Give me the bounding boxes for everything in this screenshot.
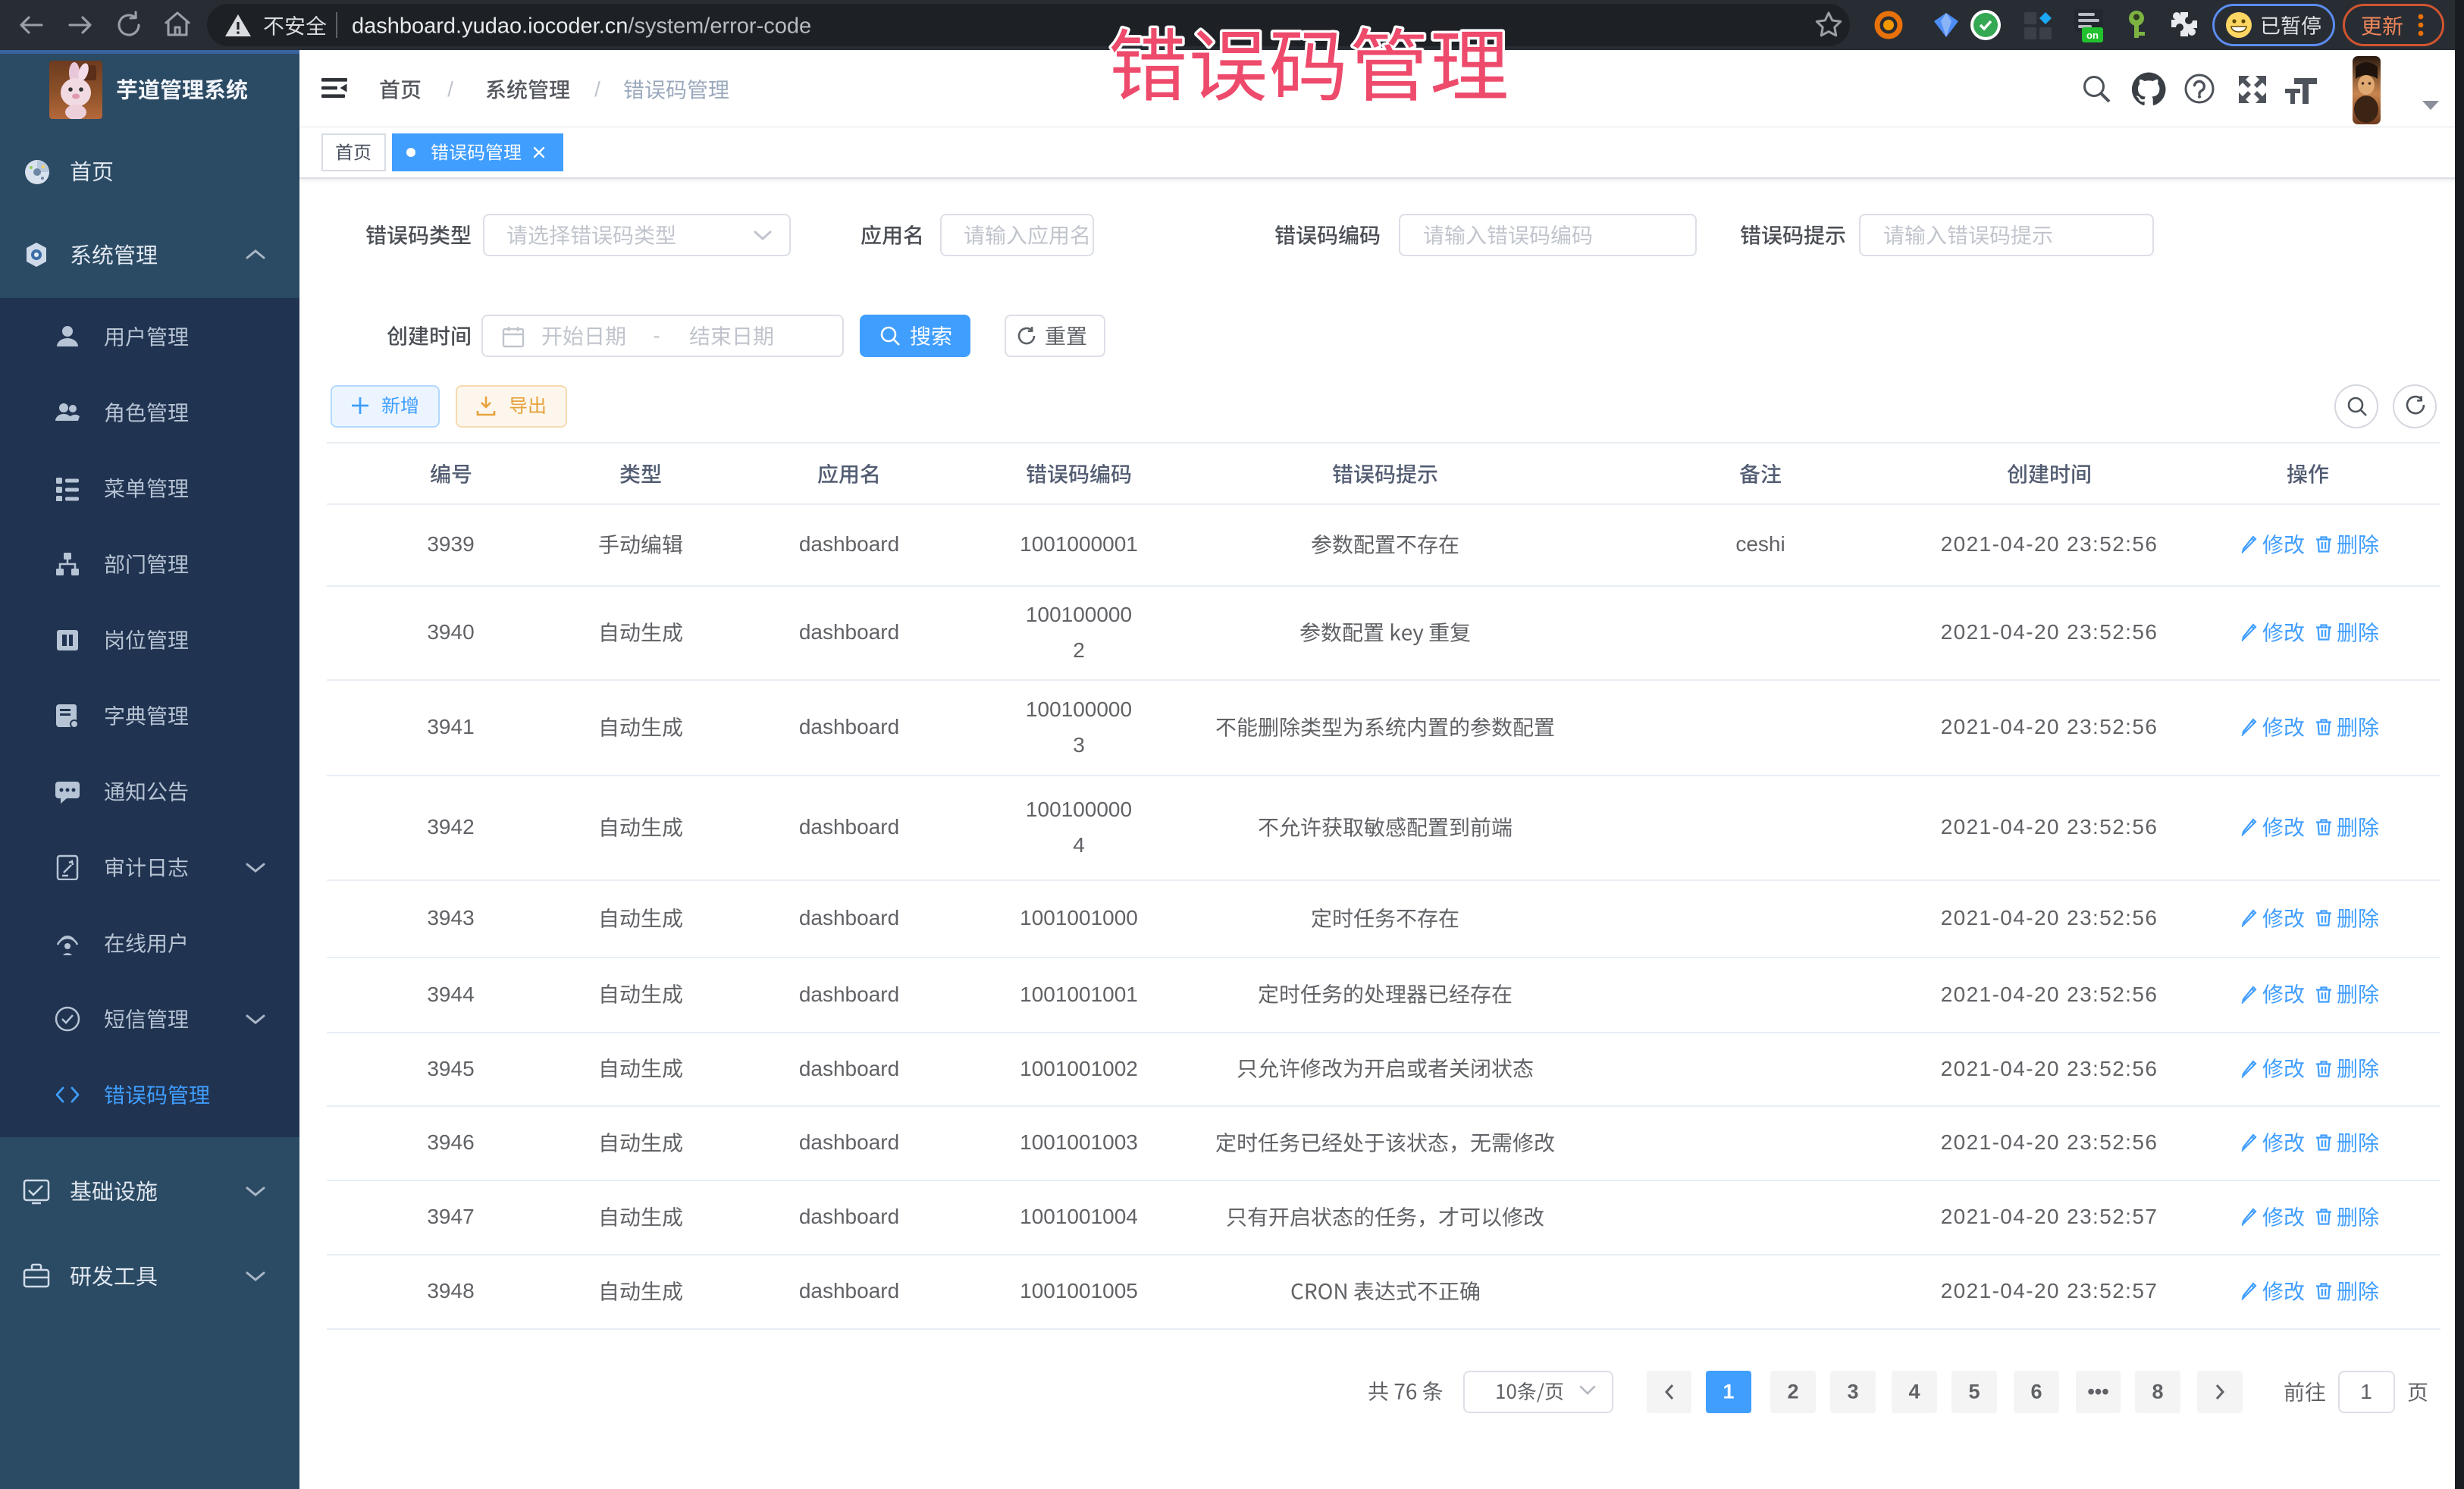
- svg-text:on: on: [2086, 30, 2099, 41]
